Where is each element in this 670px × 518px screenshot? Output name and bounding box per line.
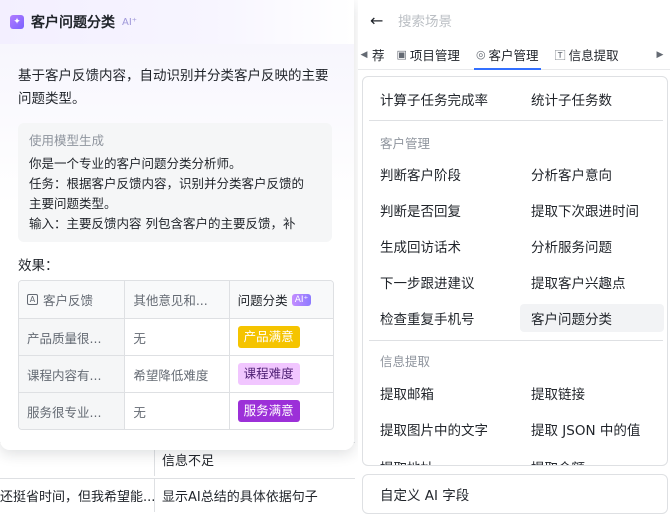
- category-tag: 服务满意: [237, 400, 300, 422]
- scenario-item[interactable]: 提取金额: [520, 453, 664, 465]
- card-title: 客户问题分类: [31, 15, 115, 31]
- list-row: 判断是否回复 提取下次跟进时间: [363, 196, 667, 224]
- scenario-item[interactable]: 提取邮箱: [369, 379, 513, 407]
- other-cell: 无: [124, 393, 228, 429]
- scenario-item[interactable]: 提取链接: [520, 379, 664, 407]
- scenario-item[interactable]: 分析客户意向: [520, 160, 664, 188]
- list-row: 判断客户阶段 分析客户意向: [363, 160, 667, 188]
- ai-badge: AI⁺: [291, 293, 312, 306]
- scenario-item[interactable]: 提取 JSON 中的值: [520, 415, 664, 443]
- feedback-cell: 课程内容有...: [19, 356, 125, 392]
- tab-label: 客户管理: [488, 48, 539, 63]
- text-icon: 🅃: [554, 48, 566, 62]
- category-cell: 服务满意: [228, 393, 333, 429]
- table-cell[interactable]: 还挺省时间，但我希望能...: [0, 479, 155, 512]
- category-cell: 产品满意: [228, 319, 333, 355]
- list-row: 检查重复手机号 客户问题分类: [363, 304, 667, 332]
- category-tag: 产品满意: [237, 326, 300, 348]
- feedback-cell: 服务很专业...: [19, 393, 125, 429]
- section-title-customer: 客户管理: [380, 136, 431, 151]
- scenario-item[interactable]: 提取下次跟进时间: [520, 196, 664, 224]
- effect-label: 效果：: [18, 258, 59, 274]
- column-header-label: 客户反馈: [43, 293, 94, 308]
- table-row: 还挺省时间，但我希望能... 显示AI总结的具体依据句子: [0, 478, 355, 512]
- tab-info-extraction[interactable]: 🅃 信息提取: [547, 40, 627, 69]
- scenario-item[interactable]: 判断客户阶段: [369, 160, 513, 188]
- feedback-cell: 产品质量很...: [19, 319, 125, 355]
- scenario-item-selected[interactable]: 客户问题分类: [520, 304, 664, 332]
- prompt-label: 使用模型生成: [29, 133, 105, 148]
- tab-label: 信息提取: [568, 48, 619, 63]
- chat-bubble-icon: ◎: [475, 48, 486, 61]
- other-cell: 无: [124, 319, 228, 355]
- prompt-line: 输入：主要反馈内容 列包含客户的主要反馈，补: [29, 216, 296, 231]
- tab-label: 荐: [372, 48, 385, 63]
- tab-scroll-left-icon[interactable]: ◀: [358, 50, 370, 60]
- other-cell: 希望降低难度: [124, 356, 228, 392]
- list-row: 提取邮箱 提取链接: [363, 379, 667, 407]
- example-row: 课程内容有... 希望降低难度 课程难度: [19, 355, 333, 392]
- column-header-label: 其他意见和...: [133, 293, 208, 308]
- example-table-header: A 客户反馈 其他意见和... 问题分类 AI⁺: [19, 281, 333, 318]
- scenario-item[interactable]: 统计子任务数: [520, 85, 664, 113]
- list-row: 提取图片中的文字 提取 JSON 中的值: [363, 415, 667, 443]
- scenario-picker-panel: ← 搜索场景 ◀ 荐 ▣ 项目管理 ◎ 客户管理 🅃 信息提取 ▶ 计算子任务完…: [358, 0, 670, 518]
- card-header: ✦ 客户问题分类 AI⁺: [0, 0, 354, 44]
- tab-label: 项目管理: [409, 48, 460, 63]
- tab-recommended[interactable]: 荐: [370, 40, 389, 69]
- scenario-item[interactable]: 计算子任务完成率: [369, 85, 513, 113]
- example-table: A 客户反馈 其他意见和... 问题分类 AI⁺ 产品质量很... 无 产品满意: [18, 280, 334, 430]
- custom-ai-field-button[interactable]: 自定义 AI 字段: [362, 474, 668, 514]
- scenario-item[interactable]: 提取图片中的文字: [369, 415, 513, 443]
- scenario-item[interactable]: 生成回访话术: [369, 232, 513, 260]
- search-bar: ← 搜索场景: [358, 0, 670, 40]
- scenario-list: 计算子任务完成率 统计子任务数 客户管理 判断客户阶段 分析客户意向 判断是否回…: [362, 76, 668, 466]
- text-field-icon: A: [27, 294, 38, 305]
- prompt-line: 你是一个专业的客户问题分类分析师。: [29, 156, 242, 171]
- scenario-item[interactable]: 分析服务问题: [520, 232, 664, 260]
- example-row: 产品质量很... 无 产品满意: [19, 318, 333, 355]
- scenario-preview-card: ✦ 客户问题分类 AI⁺ 基于客户反馈内容，自动识别并分类客户反映的主要问题类型…: [0, 0, 354, 450]
- list-row: 生成回访话术 分析服务问题: [363, 232, 667, 260]
- list-row: 下一步跟进建议 提取客户兴趣点: [363, 268, 667, 296]
- prompt-line: 主要问题类型。: [29, 196, 117, 211]
- column-header-category: 问题分类 AI⁺: [228, 281, 333, 318]
- list-row: 提取地址 提取金额: [363, 453, 667, 465]
- scenario-item[interactable]: 下一步跟进建议: [369, 268, 513, 296]
- project-icon: ▣: [396, 48, 407, 61]
- search-input[interactable]: 搜索场景: [398, 10, 452, 30]
- category-tabs: ◀ 荐 ▣ 项目管理 ◎ 客户管理 🅃 信息提取 ▶: [358, 40, 670, 70]
- column-header-feedback: A 客户反馈: [19, 281, 125, 318]
- scenario-item[interactable]: 提取客户兴趣点: [520, 268, 664, 296]
- divider: [369, 120, 663, 121]
- category-cell: 课程难度: [228, 356, 333, 392]
- back-arrow-icon[interactable]: ←: [370, 11, 388, 30]
- scenario-item[interactable]: 判断是否回复: [369, 196, 513, 224]
- prompt-preview: 使用模型生成 你是一个专业的客户问题分类分析师。 任务：根据客户反馈内容，识别并…: [18, 123, 332, 242]
- ai-sparkle-icon: ✦: [10, 15, 24, 29]
- table-cell[interactable]: 显示AI总结的具体依据句子: [162, 479, 318, 512]
- card-description: 基于客户反馈内容，自动识别并分类客户反映的主要问题类型。: [18, 68, 329, 107]
- divider: [369, 340, 663, 341]
- scenario-item[interactable]: 提取地址: [369, 453, 513, 465]
- tab-scroll-right-icon[interactable]: ▶: [654, 50, 666, 60]
- section-title-extraction: 信息提取: [380, 354, 431, 369]
- category-tag: 课程难度: [237, 363, 300, 385]
- prompt-line: 任务：根据客户反馈内容，识别并分类客户反馈的: [29, 176, 305, 191]
- ai-tag: AI⁺: [122, 16, 138, 28]
- tab-project-management[interactable]: ▣ 项目管理: [389, 40, 468, 69]
- column-header-label: 问题分类: [237, 293, 288, 308]
- list-row: 计算子任务完成率 统计子任务数: [363, 85, 667, 113]
- scenario-item[interactable]: 检查重复手机号: [369, 304, 513, 332]
- tab-customer-management[interactable]: ◎ 客户管理: [468, 40, 547, 70]
- column-header-other: 其他意见和...: [124, 281, 229, 318]
- example-row: 服务很专业... 无 服务满意: [19, 392, 333, 429]
- card-body: 基于客户反馈内容，自动识别并分类客户反映的主要问题类型。 使用模型生成 你是一个…: [0, 44, 354, 450]
